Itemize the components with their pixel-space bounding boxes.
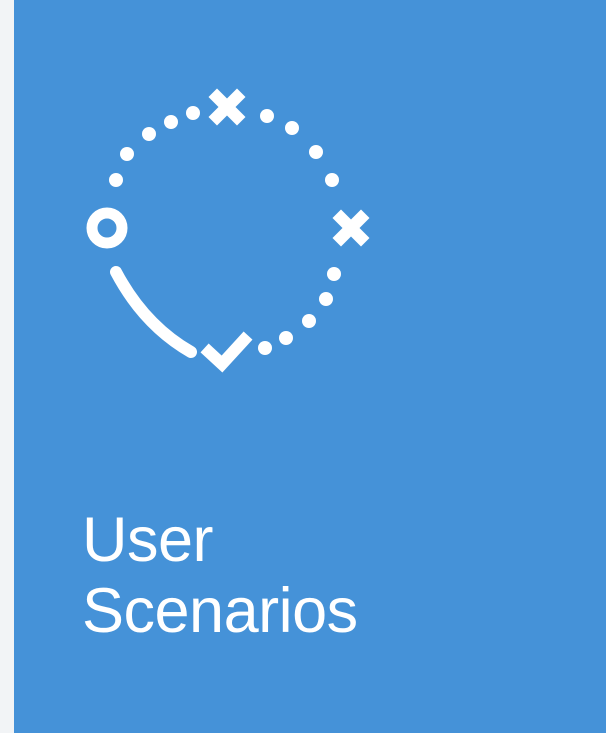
path-dot — [258, 341, 272, 355]
path-dot — [260, 109, 274, 123]
start-circle-icon — [86, 207, 128, 249]
path-dot — [279, 331, 293, 345]
path-dot — [327, 267, 341, 281]
path-dot — [319, 292, 333, 306]
path-dot — [109, 173, 123, 187]
path-dot — [309, 145, 323, 159]
tile-label: User Scenarios — [82, 505, 358, 647]
path-dot — [186, 106, 200, 120]
path-arc — [110, 266, 197, 358]
user-scenarios-icon — [86, 88, 370, 373]
top-cross-icon — [208, 88, 246, 126]
tile-label-line-1: User — [82, 505, 214, 575]
tile-label-line-2: Scenarios — [82, 576, 358, 646]
path-dot — [325, 173, 339, 187]
path-dot — [164, 115, 178, 129]
path-dot — [120, 147, 134, 161]
page: User Scenarios — [0, 0, 606, 733]
right-cross-icon — [332, 209, 370, 247]
path-dot — [302, 314, 316, 328]
path-dot — [142, 127, 156, 141]
check-icon — [200, 331, 253, 373]
user-scenarios-tile[interactable]: User Scenarios — [14, 0, 606, 733]
path-dot — [285, 121, 299, 135]
